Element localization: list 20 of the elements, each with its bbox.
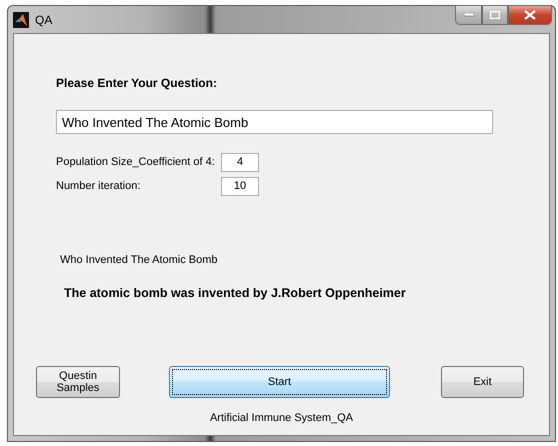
maximize-button[interactable] (482, 5, 508, 25)
app-icon (13, 12, 29, 28)
minimize-button[interactable] (455, 5, 482, 25)
window-title: QA (35, 12, 52, 26)
parameter-field[interactable]: 10 (221, 176, 259, 196)
action-button[interactable]: Questin Samples (36, 366, 120, 398)
footer-text: Artificial Immune System_QA (210, 412, 354, 424)
answer-text: The atomic bomb was invented by J.Robert Oppenheimer (64, 286, 406, 300)
question-label: Please Enter Your Question: (56, 76, 217, 90)
parameter-field[interactable]: 4 (221, 152, 259, 172)
close-icon (524, 10, 536, 20)
minimize-icon (464, 13, 474, 17)
question-echo: Who Invented The Atomic Bomb (60, 254, 218, 266)
question-field[interactable]: Who Invented The Atomic Bomb (56, 110, 493, 134)
parameter-label: Population Size_Coefficient of 4: (56, 156, 216, 168)
action-button[interactable]: Start (169, 366, 390, 398)
parameter-label: Number iteration: (56, 180, 142, 192)
close-button[interactable] (508, 5, 552, 25)
maximize-icon (490, 11, 500, 19)
action-button[interactable]: Exit (441, 366, 524, 398)
